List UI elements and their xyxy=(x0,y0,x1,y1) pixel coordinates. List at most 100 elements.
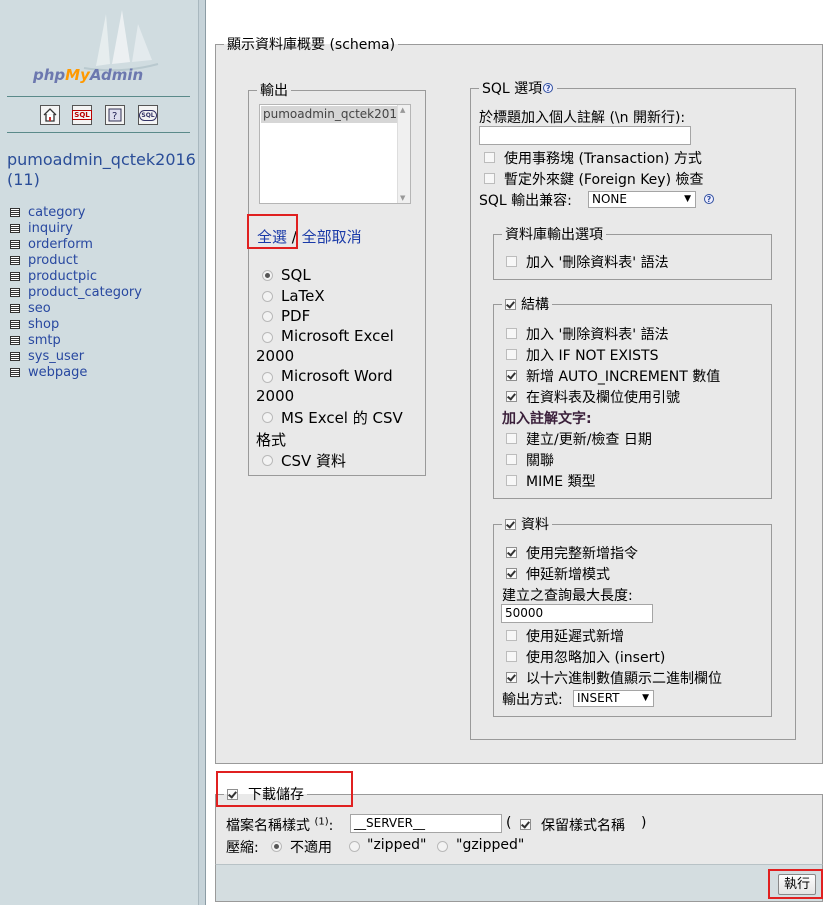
extended-insert-checkbox[interactable] xyxy=(506,568,517,579)
export-type-select[interactable]: INSERT ▼ xyxy=(573,690,654,707)
compression-gzip-radio[interactable] xyxy=(437,841,448,852)
max-query-input[interactable]: 50000 xyxy=(501,604,653,623)
drop-table-checkbox[interactable] xyxy=(506,328,517,339)
sql-options-legend: SQL 選項? xyxy=(479,78,557,98)
compression-none-radio[interactable] xyxy=(271,841,282,852)
format-latex-radio[interactable] xyxy=(262,291,273,302)
compression-zip-label: "zipped" xyxy=(367,837,427,853)
hex-binary-checkbox[interactable] xyxy=(506,672,517,683)
list-scrollbar[interactable]: ▲ ▼ xyxy=(397,105,410,203)
export-type-value: INSERT xyxy=(577,691,620,705)
database-select-list[interactable]: pumoadmin_qctek2016 ▲ ▼ xyxy=(259,104,411,204)
relations-checkbox[interactable] xyxy=(506,454,517,465)
table-name[interactable]: seo xyxy=(28,301,51,316)
table-item[interactable]: shop xyxy=(10,317,59,333)
table-name[interactable]: webpage xyxy=(28,365,87,380)
table-icon[interactable] xyxy=(10,368,20,377)
table-icon[interactable] xyxy=(10,240,20,249)
dates-label: 建立/更新/檢查 日期 xyxy=(526,432,652,448)
transaction-checkbox[interactable] xyxy=(484,152,495,163)
format-excel-radio[interactable] xyxy=(262,332,273,343)
table-name[interactable]: product_category xyxy=(28,285,142,300)
scroll-up-icon[interactable]: ▲ xyxy=(400,106,405,114)
sql-query-button[interactable]: SQL xyxy=(72,105,92,125)
table-name[interactable]: product xyxy=(28,253,78,268)
compat-select[interactable]: NONE ▼ xyxy=(588,191,696,208)
complete-insert-label: 使用完整新增指令 xyxy=(526,546,638,562)
table-icon[interactable] xyxy=(10,256,20,265)
table-icon[interactable] xyxy=(10,336,20,345)
unselect-all-link[interactable]: 全部取消 xyxy=(302,228,362,246)
foreign-key-checkbox[interactable] xyxy=(484,173,495,184)
table-name[interactable]: smtp xyxy=(28,333,61,348)
format-csv-label: CSV 資料 xyxy=(281,452,347,470)
table-item[interactable]: category xyxy=(10,205,85,221)
table-item[interactable]: webpage xyxy=(10,365,87,381)
backquotes-checkbox[interactable] xyxy=(506,391,517,402)
scroll-down-icon[interactable]: ▼ xyxy=(400,194,405,202)
delayed-insert-checkbox[interactable] xyxy=(506,630,517,641)
documentation-button[interactable]: ? xyxy=(105,105,125,125)
ignore-insert-checkbox[interactable] xyxy=(506,651,517,662)
structure-checkbox[interactable] xyxy=(505,299,516,310)
query-window-button[interactable]: SQL xyxy=(138,105,158,125)
compat-label: SQL 輸出兼容: xyxy=(479,193,572,209)
compat-help-icon[interactable]: ? xyxy=(704,194,714,204)
home-button[interactable] xyxy=(40,105,60,125)
drop-database-label: 加入 '刪除資料表' 語法 xyxy=(526,255,669,271)
mime-checkbox[interactable] xyxy=(506,475,517,486)
auto-increment-label: 新增 AUTO_INCREMENT 數值 xyxy=(526,369,721,385)
format-csv-radio[interactable] xyxy=(262,455,273,466)
format-sql-radio[interactable] xyxy=(262,270,273,281)
transaction-label: 使用事務塊 (Transaction) 方式 xyxy=(504,151,702,167)
structure-toggle[interactable] xyxy=(505,299,518,310)
comment-input[interactable] xyxy=(479,126,691,145)
table-icon[interactable] xyxy=(10,288,20,297)
database-option[interactable]: pumoadmin_qctek2016 xyxy=(261,106,399,123)
format-word-radio[interactable] xyxy=(262,372,273,383)
table-name[interactable]: sys_user xyxy=(28,349,84,364)
table-item[interactable]: seo xyxy=(10,301,51,317)
table-name[interactable]: inquiry xyxy=(28,221,73,236)
table-item[interactable]: product xyxy=(10,253,78,269)
table-name[interactable]: orderform xyxy=(28,237,93,252)
frame-divider[interactable] xyxy=(198,0,206,905)
table-name[interactable]: productpic xyxy=(28,269,97,284)
table-icon[interactable] xyxy=(10,352,20,361)
table-icon[interactable] xyxy=(10,208,20,217)
sql-options-help[interactable]: ? xyxy=(543,83,554,93)
ignore-insert-label: 使用忽略加入 (insert) xyxy=(526,650,666,666)
table-name[interactable]: shop xyxy=(28,317,59,332)
data-toggle[interactable] xyxy=(505,519,518,530)
format-excel-csv-label-2: 格式 xyxy=(256,431,287,449)
table-item[interactable]: inquiry xyxy=(10,221,73,237)
format-pdf-label: PDF xyxy=(281,307,311,325)
table-item[interactable]: product_category xyxy=(10,285,142,301)
dates-checkbox[interactable] xyxy=(506,433,517,444)
format-pdf-radio[interactable] xyxy=(262,311,273,322)
table-item[interactable]: productpic xyxy=(10,269,97,285)
highlight-go-button xyxy=(768,869,823,899)
table-item[interactable]: smtp xyxy=(10,333,61,349)
table-icon[interactable] xyxy=(10,304,20,313)
drop-database-checkbox[interactable] xyxy=(506,256,517,267)
table-item[interactable]: orderform xyxy=(10,237,93,253)
filename-input[interactable]: __SERVER__ xyxy=(350,814,502,833)
database-name-link[interactable]: pumoadmin_qctek2016 (11) xyxy=(7,150,197,190)
table-icon[interactable] xyxy=(10,224,20,233)
foreign-key-label: 暫定外來鍵 (Foreign Key) 檢查 xyxy=(504,172,704,188)
remember-template-checkbox[interactable] xyxy=(520,819,531,830)
left-navigation-frame: phpMyAdmin SQL ? SQL pumoadmin_qctek2016… xyxy=(0,0,198,905)
if-not-exists-checkbox[interactable] xyxy=(506,349,517,360)
table-icon[interactable] xyxy=(10,272,20,281)
help-icon[interactable]: ? xyxy=(543,83,554,93)
data-checkbox[interactable] xyxy=(505,519,516,530)
format-excel-csv-radio[interactable] xyxy=(262,412,273,423)
table-icon[interactable] xyxy=(10,320,20,329)
table-name[interactable]: category xyxy=(28,205,85,220)
complete-insert-checkbox[interactable] xyxy=(506,547,517,558)
table-item[interactable]: sys_user xyxy=(10,349,84,365)
auto-increment-checkbox[interactable] xyxy=(506,370,517,381)
phpmyadmin-logo[interactable]: phpMyAdmin xyxy=(33,66,143,84)
compression-zip-radio[interactable] xyxy=(349,841,360,852)
